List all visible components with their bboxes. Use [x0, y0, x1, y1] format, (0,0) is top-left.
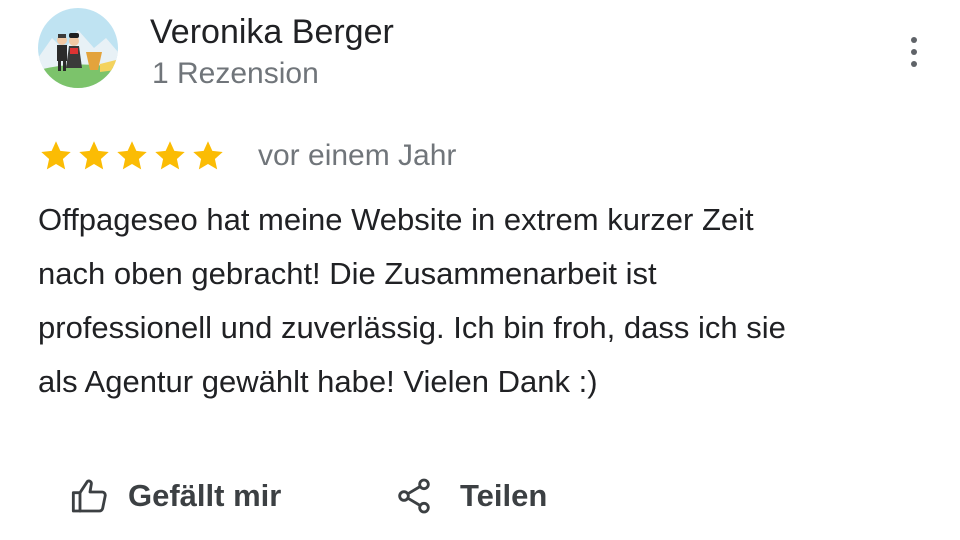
more-vert-icon-dot-2: [911, 49, 917, 55]
review-text-line: professionell und zuverlässig. Ich bin f…: [38, 310, 786, 345]
review-text-line: nach oben gebracht! Die Zusammenarbeit i…: [38, 256, 657, 291]
share-icon: [394, 476, 434, 516]
more-vert-icon-dot-3: [911, 61, 917, 67]
share-label: Teilen: [460, 478, 548, 513]
star-icon: [76, 138, 112, 174]
like-button[interactable]: Gefällt mir: [70, 470, 281, 522]
author-avatar[interactable]: [38, 8, 118, 88]
like-label: Gefällt mir: [128, 478, 282, 513]
star-icon: [114, 138, 150, 174]
star-rating: [38, 138, 226, 174]
thumb-up-icon: [70, 476, 110, 516]
more-vert-icon-dot-1: [911, 37, 917, 43]
star-icon: [152, 138, 188, 174]
share-button[interactable]: Teilen: [394, 470, 547, 522]
review-text-line: als Agentur gewählt habe! Vielen Dank :): [38, 364, 598, 399]
review-text-line: Offpageseo hat meine Website in extrem k…: [38, 202, 754, 237]
star-icon: [38, 138, 74, 174]
avatar-image: [38, 8, 118, 88]
review-text: Offpageseo hat meine Website in extrem k…: [38, 193, 938, 409]
star-icon: [190, 138, 226, 174]
review-card: Veronika Berger 1 Rezension vor einem Ja…: [0, 0, 960, 540]
author-name[interactable]: Veronika Berger: [150, 12, 394, 52]
more-options-button[interactable]: [898, 30, 930, 74]
author-review-count: 1 Rezension: [152, 57, 319, 90]
review-date: vor einem Jahr: [258, 139, 457, 172]
